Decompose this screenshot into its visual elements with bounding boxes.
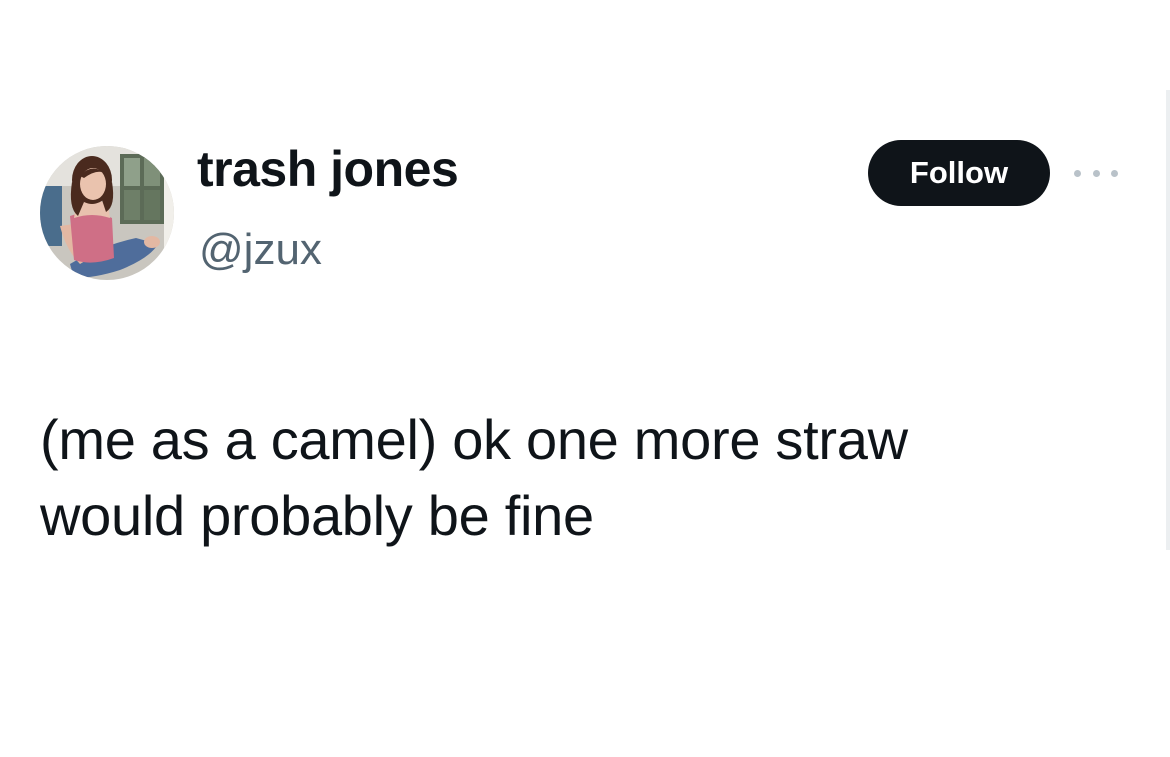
tweet-text-line: (me as a camel) ok one more straw xyxy=(40,408,908,471)
profile-photo-icon xyxy=(40,146,174,280)
more-horizontal-icon[interactable] xyxy=(1074,158,1118,188)
user-handle[interactable]: @jzux xyxy=(199,225,322,274)
more-dot xyxy=(1092,169,1100,177)
more-dot xyxy=(1111,169,1118,177)
avatar[interactable] xyxy=(40,146,174,280)
tweet-card: trash jones @jzux Follow (me as a camel)… xyxy=(0,0,1170,757)
tweet-text: (me as a camel) ok one more straw would … xyxy=(40,402,1130,554)
follow-button[interactable]: Follow xyxy=(868,140,1050,206)
tweet-text-line: would probably be fine xyxy=(40,484,594,547)
card-edge-divider xyxy=(1166,90,1170,550)
more-dot xyxy=(1074,169,1081,177)
display-name[interactable]: trash jones xyxy=(197,142,459,197)
